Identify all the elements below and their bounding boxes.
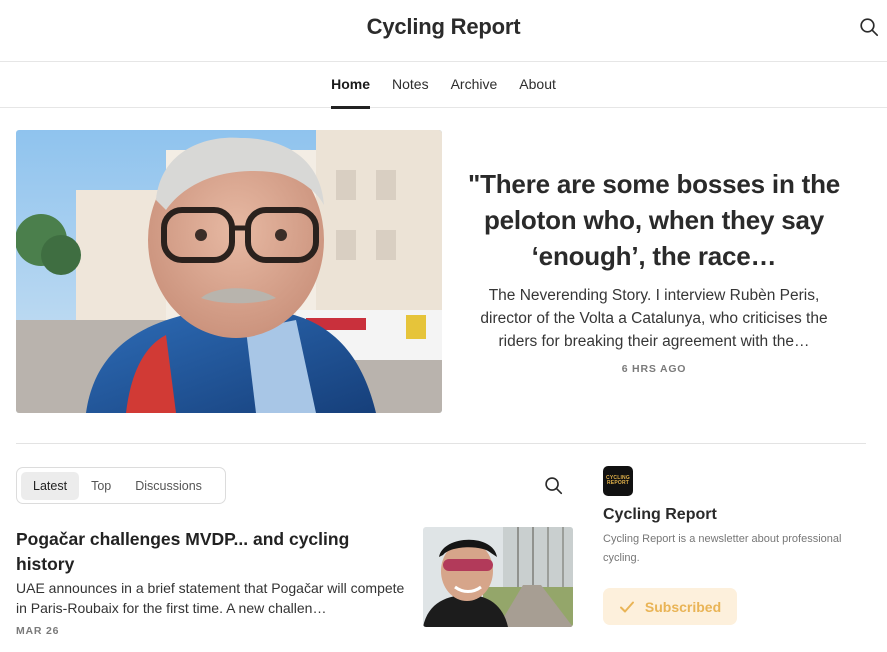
post-tabs: Latest Top Discussions — [16, 467, 226, 504]
main-nav: Home Notes Archive About — [0, 62, 887, 109]
hero-title[interactable]: "There are some bosses in the peloton wh… — [466, 166, 842, 274]
divider — [16, 443, 866, 444]
search-icon[interactable] — [859, 17, 879, 37]
search-icon[interactable] — [544, 476, 563, 495]
tab-top[interactable]: Top — [79, 472, 123, 500]
hero-date: 6 HRS AGO — [621, 363, 687, 375]
publication-name[interactable]: Cycling Report — [603, 506, 717, 524]
nav-item-about[interactable]: About — [519, 62, 556, 108]
hero-subtitle: The Neverending Story. I interview Rubèn… — [480, 287, 828, 350]
nav-item-notes[interactable]: Notes — [392, 62, 429, 108]
hero-text: "There are some bosses in the peloton wh… — [466, 166, 842, 375]
hero-image[interactable] — [16, 130, 442, 413]
tab-latest[interactable]: Latest — [21, 471, 80, 500]
post-subtitle: UAE announces in a brief statement that … — [16, 580, 405, 616]
subscribed-label: Subscribed — [644, 598, 722, 615]
top-bar: Cycling Report — [0, 0, 887, 62]
post-title[interactable]: Pogačar challenges MVDP... and cycling h… — [16, 527, 396, 577]
tab-discussions[interactable]: Discussions — [123, 472, 214, 500]
nav-item-home[interactable]: Home — [331, 62, 370, 109]
site-title[interactable]: Cycling Report — [0, 14, 887, 40]
post-thumbnail[interactable] — [423, 527, 573, 627]
publication-description: Cycling Report is a newsletter about pro… — [603, 533, 842, 564]
publication-logo[interactable]: CYCLING REPORT — [603, 466, 633, 496]
nav-item-archive[interactable]: Archive — [451, 62, 498, 108]
subscribed-button[interactable]: Subscribed — [603, 588, 737, 625]
check-icon — [619, 601, 634, 612]
post-date: MAR 26 — [16, 625, 60, 637]
